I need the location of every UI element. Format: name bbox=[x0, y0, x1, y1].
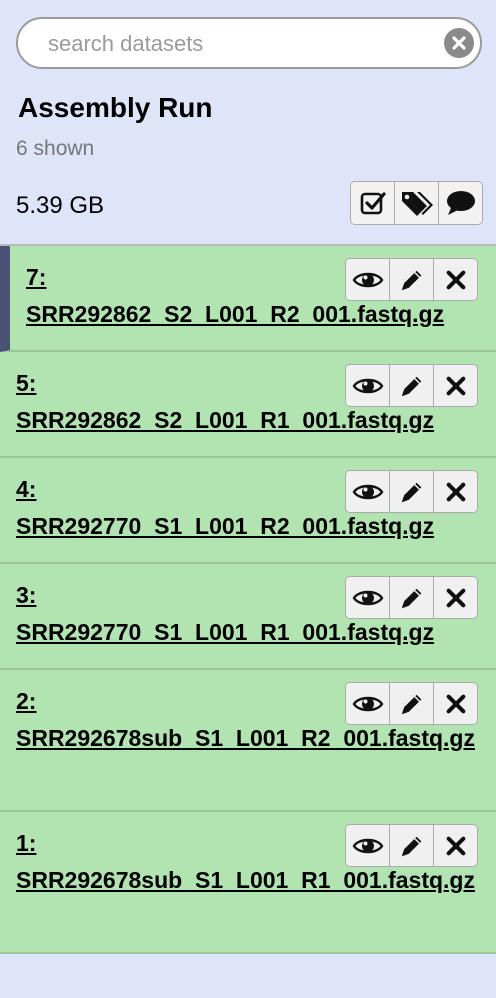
eye-icon bbox=[352, 835, 384, 857]
history-size: 5.39 GB bbox=[16, 192, 105, 219]
dataset-actions bbox=[345, 470, 478, 513]
clear-icon bbox=[452, 36, 466, 50]
view-dataset-button[interactable] bbox=[346, 365, 390, 406]
dataset-name: SRR292770_S1_L001_R1_001.fastq.gz bbox=[16, 619, 435, 645]
delete-dataset-button[interactable] bbox=[434, 577, 477, 618]
shown-count: 6 shown bbox=[16, 137, 95, 160]
dataset-actions bbox=[345, 258, 478, 301]
dataset-actions bbox=[345, 824, 478, 867]
eye-icon bbox=[352, 269, 384, 291]
x-icon bbox=[445, 375, 467, 397]
view-dataset-button[interactable] bbox=[346, 259, 390, 300]
eye-icon bbox=[352, 693, 384, 715]
view-dataset-button[interactable] bbox=[346, 683, 390, 724]
pencil-icon bbox=[399, 479, 425, 505]
edit-dataset-button[interactable] bbox=[390, 471, 434, 512]
search-input[interactable] bbox=[46, 19, 430, 69]
delete-dataset-button[interactable] bbox=[434, 683, 477, 724]
pencil-icon bbox=[399, 373, 425, 399]
x-icon bbox=[445, 587, 467, 609]
dataset-item[interactable]: 2: SRR292678sub_S1_L001_R2_001.fastq.gz bbox=[0, 670, 496, 812]
edit-tags-button[interactable] bbox=[395, 182, 439, 224]
dataset-actions bbox=[345, 682, 478, 725]
dataset-name: SRR292770_S1_L001_R2_001.fastq.gz bbox=[16, 513, 435, 539]
dataset-name: SRR292678sub_S1_L001_R1_001.fastq.gz bbox=[16, 867, 475, 893]
x-icon bbox=[445, 269, 467, 291]
dataset-item[interactable]: 7: SRR292862_S2_L001_R2_001.fastq.gz bbox=[0, 246, 496, 352]
eye-icon bbox=[352, 587, 384, 609]
delete-dataset-button[interactable] bbox=[434, 365, 477, 406]
edit-dataset-button[interactable] bbox=[390, 577, 434, 618]
select-datasets-button[interactable] bbox=[351, 182, 395, 224]
dataset-list: 7: SRR292862_S2_L001_R2_001.fastq.gz 5: … bbox=[0, 244, 496, 954]
dataset-item[interactable]: 1: SRR292678sub_S1_L001_R1_001.fastq.gz bbox=[0, 812, 496, 954]
history-actions bbox=[350, 181, 483, 225]
delete-dataset-button[interactable] bbox=[434, 259, 477, 300]
dataset-name: SRR292862_S2_L001_R2_001.fastq.gz bbox=[26, 301, 445, 327]
dataset-item[interactable]: 3: SRR292770_S1_L001_R1_001.fastq.gz bbox=[0, 564, 496, 670]
x-icon bbox=[445, 835, 467, 857]
pencil-icon bbox=[399, 833, 425, 859]
eye-icon bbox=[352, 481, 384, 503]
eye-icon bbox=[352, 375, 384, 397]
edit-dataset-button[interactable] bbox=[390, 365, 434, 406]
dataset-name: SRR292678sub_S1_L001_R2_001.fastq.gz bbox=[16, 725, 475, 751]
delete-dataset-button[interactable] bbox=[434, 825, 477, 866]
dataset-actions bbox=[345, 576, 478, 619]
comment-icon bbox=[446, 191, 475, 215]
tags-icon bbox=[401, 192, 433, 216]
clear-search-button[interactable] bbox=[444, 28, 474, 58]
history-panel-header: Assembly Run 6 shown 5.39 GB bbox=[0, 0, 496, 244]
x-icon bbox=[445, 481, 467, 503]
view-dataset-button[interactable] bbox=[346, 825, 390, 866]
check-square-icon bbox=[360, 192, 386, 215]
pencil-icon bbox=[399, 691, 425, 717]
edit-dataset-button[interactable] bbox=[390, 683, 434, 724]
search-box bbox=[16, 17, 482, 69]
dataset-item[interactable]: 5: SRR292862_S2_L001_R1_001.fastq.gz bbox=[0, 352, 496, 458]
dataset-name: SRR292862_S2_L001_R1_001.fastq.gz bbox=[16, 407, 435, 433]
pencil-icon bbox=[399, 585, 425, 611]
x-icon bbox=[445, 693, 467, 715]
edit-annotation-button[interactable] bbox=[439, 182, 482, 224]
edit-dataset-button[interactable] bbox=[390, 825, 434, 866]
pencil-icon bbox=[399, 267, 425, 293]
history-name[interactable]: Assembly Run bbox=[18, 92, 213, 124]
delete-dataset-button[interactable] bbox=[434, 471, 477, 512]
view-dataset-button[interactable] bbox=[346, 471, 390, 512]
edit-dataset-button[interactable] bbox=[390, 259, 434, 300]
dataset-item[interactable]: 4: SRR292770_S1_L001_R2_001.fastq.gz bbox=[0, 458, 496, 564]
dataset-actions bbox=[345, 364, 478, 407]
view-dataset-button[interactable] bbox=[346, 577, 390, 618]
